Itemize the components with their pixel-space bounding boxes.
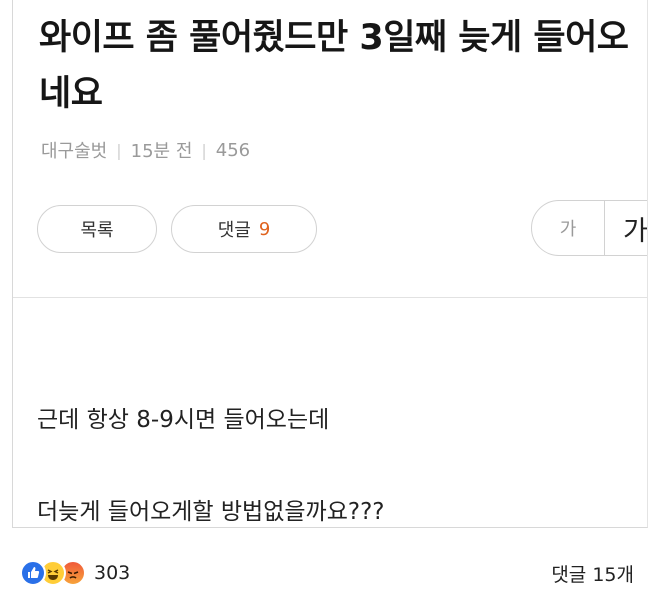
font-size-increase-button[interactable]: 가 xyxy=(605,209,647,248)
list-button[interactable]: 목록 xyxy=(37,205,157,253)
comments-button-label: 댓글 xyxy=(217,220,251,241)
list-button-label: 목록 xyxy=(80,220,114,241)
like-icon xyxy=(20,560,46,586)
reaction-summary[interactable]: 303 xyxy=(20,560,130,586)
post-title: 와이프 좀 풀어줬드만 3일째 늦게 들어오네요 xyxy=(39,18,629,114)
content-divider xyxy=(13,297,647,298)
font-size-control: 가 가 xyxy=(531,200,647,256)
comments-button-count: 9 xyxy=(258,218,271,240)
post-meta: 대구술벗 | 15분 전 | 456 xyxy=(41,137,250,163)
meta-divider: | xyxy=(116,140,122,160)
post-body-line: 근데 항상 8-9시면 들어오는데 xyxy=(37,407,330,433)
post-body-line: 더늦게 들어오게할 방법없을까요??? xyxy=(37,499,385,525)
comment-count-link[interactable]: 댓글 15개 xyxy=(551,560,634,587)
post-time: 15분 전 xyxy=(130,141,193,162)
post-card: 와이프 좀 풀어줬드만 3일째 늦게 들어오네요 대구술벗 | 15분 전 | … xyxy=(12,0,648,528)
font-size-decrease-button[interactable]: 가 xyxy=(532,215,604,241)
comments-button[interactable]: 댓글 9 xyxy=(171,205,317,253)
view-count: 456 xyxy=(215,139,251,161)
meta-divider: | xyxy=(201,140,207,160)
reaction-count: 303 xyxy=(94,562,131,584)
author-name[interactable]: 대구술벗 xyxy=(41,137,107,163)
